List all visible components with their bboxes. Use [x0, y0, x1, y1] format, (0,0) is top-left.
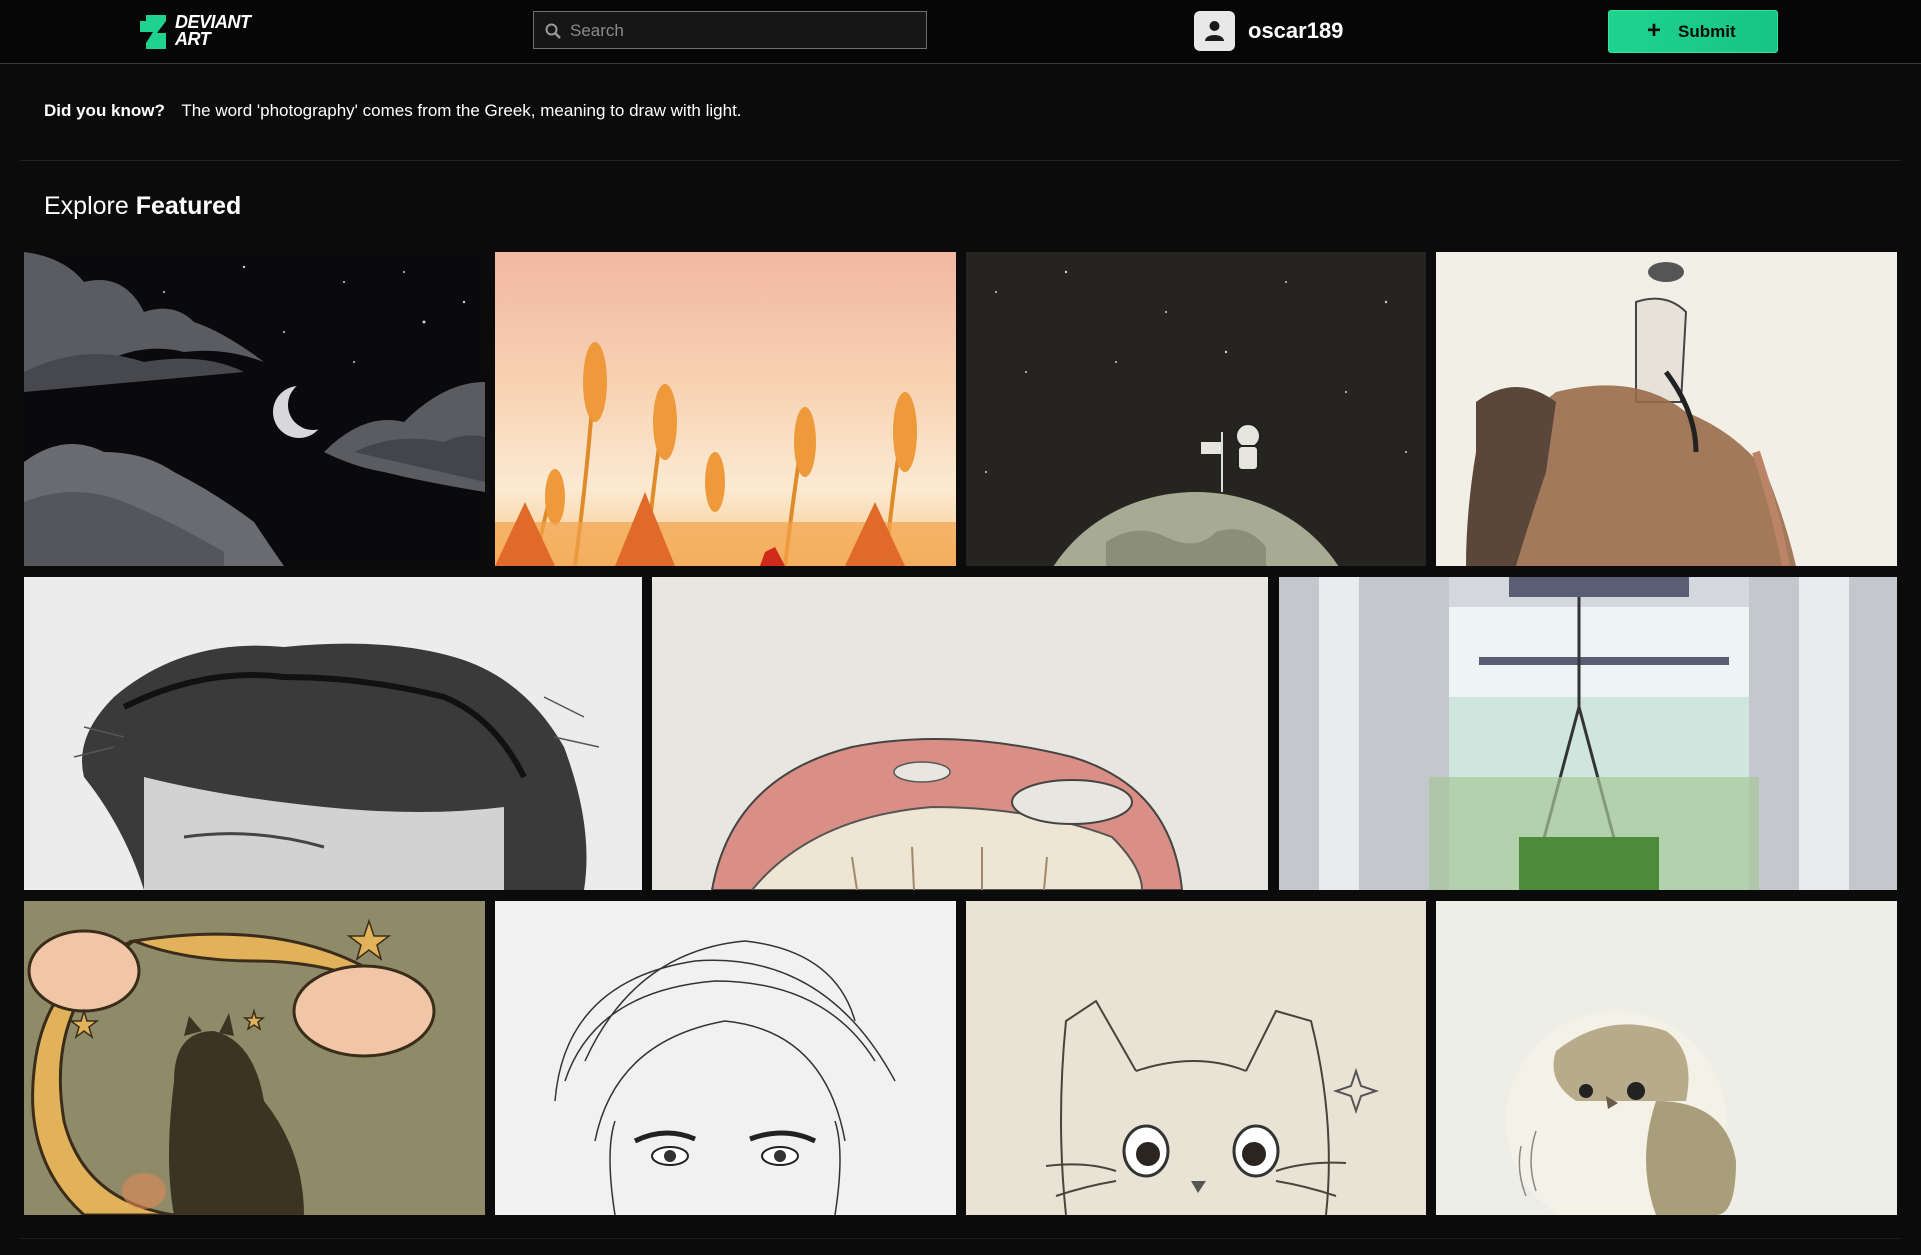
top-header: DEVIANT ART oscar189 + Submit [0, 0, 1921, 64]
avatar[interactable] [1194, 11, 1235, 51]
user-icon [1205, 21, 1224, 41]
search-icon [545, 23, 561, 39]
artwork-tile-pixel-window-plant[interactable] [1279, 577, 1897, 890]
artwork-image [24, 901, 485, 1215]
artwork-tile-pencil-portrait-woman[interactable] [495, 901, 956, 1215]
deviantart-logo[interactable]: DEVIANT ART [140, 13, 270, 51]
artwork-tile-cat-sketch[interactable] [966, 901, 1426, 1215]
did-you-know-label: Did you know? [44, 101, 165, 120]
did-you-know-text: The word 'photography' comes from the Gr… [181, 101, 742, 120]
artwork-image [1436, 901, 1897, 1215]
deviantart-logo-icon [140, 15, 166, 49]
artwork-image [24, 577, 642, 890]
submit-label: Submit [1678, 22, 1736, 41]
artwork-image [966, 901, 1426, 1215]
logo-text: DEVIANT ART [175, 12, 251, 49]
explore-prefix: Explore [44, 192, 129, 220]
section-heading: Explore Featured [44, 192, 241, 221]
did-you-know-banner: Did you know? The word 'photography' com… [44, 101, 742, 121]
artwork-tile-astronaut-moon[interactable] [966, 252, 1426, 566]
artwork-tile-mushroom-sketch[interactable] [652, 577, 1268, 890]
artwork-image [1436, 252, 1897, 566]
artwork-image [966, 252, 1426, 566]
divider [20, 1238, 1901, 1239]
username[interactable]: oscar189 [1248, 18, 1343, 44]
artwork-tile-cat-moon-illustration[interactable] [24, 901, 485, 1215]
artwork-tile-wheat-sunset[interactable] [495, 252, 956, 566]
artwork-image [495, 252, 956, 566]
submit-button[interactable]: + Submit [1608, 10, 1778, 53]
plus-icon: + [1647, 17, 1662, 44]
artwork-tile-bird-watercolor[interactable] [1436, 901, 1897, 1215]
search-box[interactable] [533, 11, 927, 50]
artwork-tile-pencil-portrait-man[interactable] [24, 577, 642, 890]
artwork-image [652, 577, 1268, 890]
divider [20, 160, 1901, 161]
artwork-tile-horse-rider-sketch[interactable] [1436, 252, 1897, 566]
artwork-tile-night-moon-clouds[interactable] [24, 252, 485, 566]
explore-title: Featured [135, 192, 242, 220]
artwork-image [1279, 577, 1897, 890]
search-input[interactable] [568, 12, 922, 50]
artwork-image [495, 901, 956, 1215]
artwork-image [24, 252, 485, 566]
